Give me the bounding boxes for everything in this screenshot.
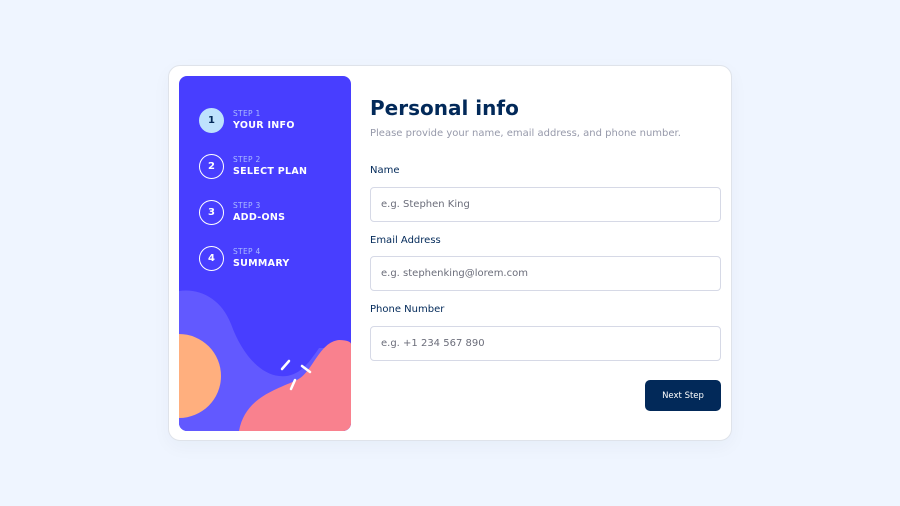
step-label: STEP 1	[233, 108, 261, 118]
name-input[interactable]	[370, 187, 721, 222]
sidebar: 1 STEP 1 YOUR INFO 2 STEP 2 SELECT PLAN …	[179, 76, 351, 431]
step-number-badge: 2	[199, 153, 224, 179]
name-label: Name	[370, 165, 400, 176]
email-label: Email Address	[370, 235, 441, 246]
step-title: SELECT PLAN	[233, 166, 308, 177]
personal-info-form: Personal info Please provide your name, …	[370, 94, 722, 361]
next-step-button[interactable]: Next Step	[645, 380, 721, 411]
step-label: STEP 2	[233, 154, 261, 164]
step-item-summary[interactable]: 4 STEP 4 SUMMARY	[199, 245, 307, 271]
step-text: STEP 2 SELECT PLAN	[233, 154, 308, 177]
step-item-add-ons[interactable]: 3 STEP 3 ADD-ONS	[199, 199, 307, 225]
step-number-badge: 3	[199, 199, 224, 225]
step-text: STEP 4 SUMMARY	[233, 246, 290, 269]
step-title: ADD-ONS	[233, 212, 286, 223]
step-text: STEP 3 ADD-ONS	[233, 200, 286, 223]
step-label: STEP 4	[233, 246, 261, 256]
step-title: YOUR INFO	[233, 120, 295, 131]
step-item-select-plan[interactable]: 2 STEP 2 SELECT PLAN	[199, 153, 307, 179]
page-subtitle: Please provide your name, email address,…	[370, 128, 681, 139]
email-input[interactable]	[370, 256, 721, 291]
step-number-badge: 4	[199, 245, 224, 271]
phone-input[interactable]	[370, 326, 721, 361]
phone-label: Phone Number	[370, 304, 445, 315]
step-list: 1 STEP 1 YOUR INFO 2 STEP 2 SELECT PLAN …	[199, 107, 307, 291]
step-label: STEP 3	[233, 200, 261, 210]
step-text: STEP 1 YOUR INFO	[233, 108, 295, 131]
page-title: Personal info	[370, 96, 519, 120]
form-card: 1 STEP 1 YOUR INFO 2 STEP 2 SELECT PLAN …	[168, 65, 732, 441]
step-number-badge: 1	[199, 107, 224, 133]
step-title: SUMMARY	[233, 258, 290, 269]
step-item-your-info[interactable]: 1 STEP 1 YOUR INFO	[199, 107, 307, 133]
